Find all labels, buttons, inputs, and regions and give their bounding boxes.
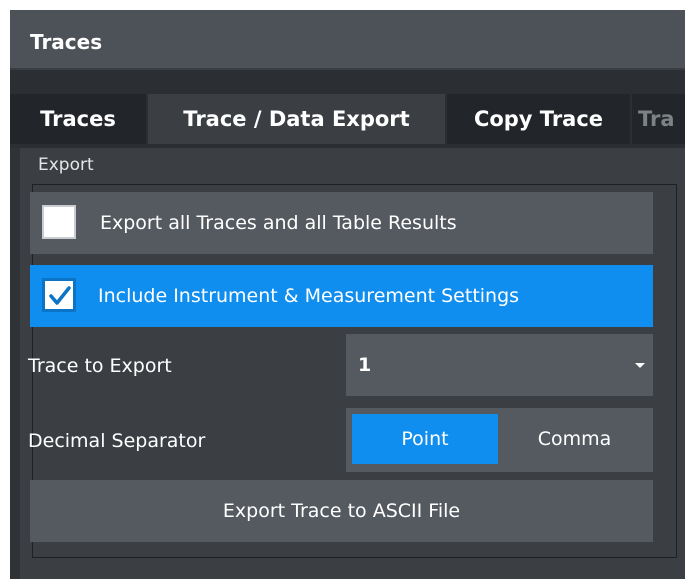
export-group-label: Export <box>38 155 94 175</box>
dialog-title: Traces <box>30 30 103 54</box>
export-all-row[interactable]: Export all Traces and all Table Results <box>30 192 653 254</box>
include-settings-row[interactable]: Include Instrument & Measurement Setting… <box>30 265 653 327</box>
checkmark-icon <box>49 286 71 305</box>
decimal-point-option[interactable]: Point <box>352 414 498 464</box>
chevron-down-icon <box>635 363 645 368</box>
decimal-separator-toggle: Point Comma <box>346 408 653 472</box>
include-settings-checkbox[interactable] <box>42 278 76 312</box>
tab-strip: Traces Trace / Data Export Copy Trace Tr… <box>10 94 685 148</box>
tab-copy-trace[interactable]: Copy Trace <box>447 94 630 144</box>
tab-trace-data-export[interactable]: Trace / Data Export <box>148 94 445 144</box>
trace-to-export-dropdown[interactable]: 1 <box>346 334 653 396</box>
decimal-separator-label: Decimal Separator <box>28 430 206 452</box>
trace-to-export-label: Trace to Export <box>28 355 172 377</box>
tab-traces[interactable]: Traces <box>10 94 146 144</box>
title-bar: Traces <box>10 10 685 70</box>
export-all-label: Export all Traces and all Table Results <box>100 212 457 234</box>
include-settings-label: Include Instrument & Measurement Setting… <box>98 285 520 307</box>
trace-to-export-value: 1 <box>358 354 372 376</box>
decimal-comma-option[interactable]: Comma <box>502 414 647 464</box>
export-ascii-button[interactable]: Export Trace to ASCII File <box>30 480 653 542</box>
tab-truncated[interactable]: Tra <box>632 94 685 144</box>
export-all-checkbox[interactable] <box>42 205 76 239</box>
background-row <box>10 70 685 95</box>
